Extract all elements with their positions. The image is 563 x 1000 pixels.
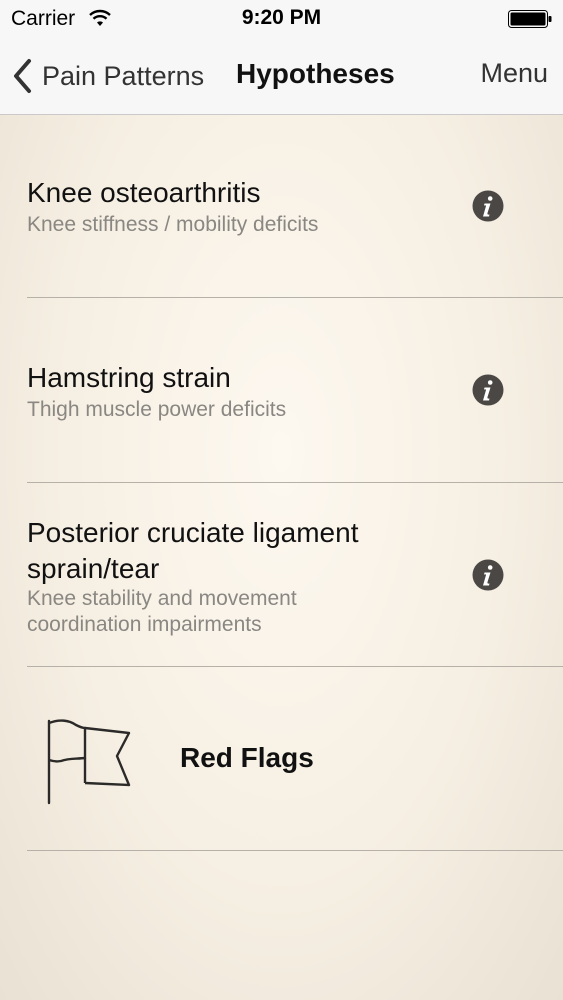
back-button[interactable]: Pain Patterns <box>12 54 204 98</box>
hypothesis-row-knee-osteoarthritis[interactable]: Knee osteoarthritis Knee stiffness / mob… <box>0 115 563 298</box>
menu-button[interactable]: Menu <box>480 58 548 89</box>
back-label: Pain Patterns <box>42 60 205 91</box>
hypothesis-title: Posterior cruciate ligament sprain/tear <box>27 517 359 584</box>
flag-icon <box>47 719 131 805</box>
hypothesis-subtitle: Knee stiffness / mobility deficits <box>27 213 319 236</box>
hypothesis-title: Knee osteoarthritis <box>27 177 261 208</box>
info-icon[interactable] <box>472 374 504 406</box>
row-divider <box>27 850 563 851</box>
info-icon[interactable] <box>472 190 504 222</box>
battery-icon <box>508 10 552 28</box>
hypothesis-title: Hamstring strain <box>27 362 231 393</box>
hypothesis-subtitle: Thigh muscle power deficits <box>27 398 287 421</box>
hypothesis-row-posterior-cruciate-ligament[interactable]: Posterior cruciate ligament sprain/tear … <box>0 483 563 667</box>
chevron-left-icon <box>14 59 31 93</box>
hypotheses-list: Knee osteoarthritis Knee stiffness / mob… <box>0 115 563 1000</box>
navigation-bar: Pain Patterns Hypotheses Menu <box>0 40 563 115</box>
status-time: 9:20 PM <box>241 6 322 29</box>
page-title: Hypotheses <box>236 58 395 89</box>
status-bar: Carrier 9:20 PM <box>0 0 563 40</box>
hypothesis-subtitle: Knee stability and movement coordination… <box>27 587 297 636</box>
red-flags-label: Red Flags <box>180 742 314 773</box>
info-icon[interactable] <box>472 559 504 591</box>
hypothesis-row-hamstring-strain[interactable]: Hamstring strain Thigh muscle power defi… <box>0 298 563 482</box>
